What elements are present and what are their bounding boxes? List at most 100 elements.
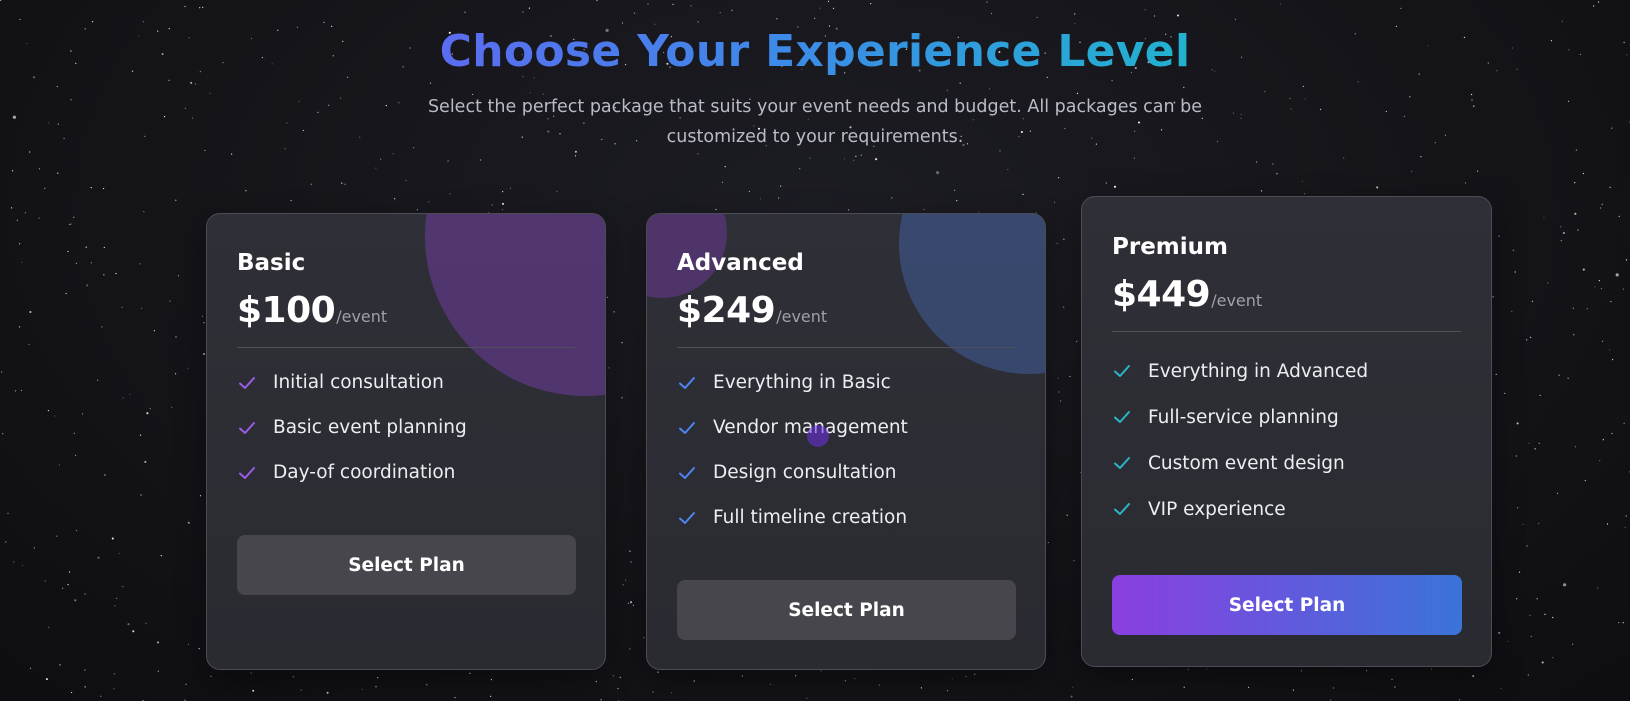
- star: [657, 671, 659, 673]
- star: [629, 601, 633, 604]
- feature-item: Initial consultation: [237, 360, 575, 405]
- star: [153, 330, 155, 332]
- star: [951, 678, 954, 680]
- star: [1538, 522, 1540, 525]
- star: [731, 9, 733, 11]
- star: [426, 684, 428, 686]
- star: [62, 587, 64, 589]
- star: [1492, 296, 1494, 298]
- star: [92, 21, 94, 23]
- cursor-indicator: [807, 425, 829, 447]
- check-icon: [239, 421, 255, 434]
- star: [175, 336, 177, 338]
- star: [1516, 422, 1519, 425]
- star: [1573, 334, 1575, 336]
- star: [1272, 163, 1274, 165]
- star: [5, 541, 7, 543]
- star: [741, 675, 744, 677]
- feature-item: Vendor management: [677, 405, 1015, 450]
- feature-text: Design consultation: [713, 462, 897, 483]
- price-period: /event: [776, 307, 828, 326]
- select-plan-button-basic[interactable]: Select Plan: [237, 535, 576, 595]
- price-period: /event: [1211, 291, 1263, 310]
- star: [870, 3, 872, 5]
- star: [1560, 240, 1562, 242]
- star: [1069, 375, 1071, 378]
- star: [38, 217, 40, 219]
- check-icon: [679, 376, 695, 389]
- star: [1058, 177, 1060, 179]
- star: [1515, 455, 1517, 457]
- star: [380, 158, 382, 160]
- check-icon: [679, 466, 695, 479]
- star: [1530, 336, 1532, 338]
- star: [169, 300, 171, 302]
- star: [70, 223, 72, 225]
- star: [608, 367, 610, 369]
- star: [633, 12, 636, 14]
- star: [392, 153, 394, 155]
- star: [1529, 614, 1531, 617]
- star: [1113, 185, 1117, 188]
- star: [33, 547, 35, 549]
- star: [878, 684, 881, 686]
- star: [344, 183, 346, 185]
- star: [632, 604, 635, 607]
- select-plan-button-advanced[interactable]: Select Plan: [677, 580, 1016, 640]
- star: [1623, 422, 1625, 424]
- star: [250, 672, 252, 674]
- star: [97, 379, 99, 381]
- star: [67, 584, 69, 586]
- star: [617, 688, 619, 690]
- star: [114, 605, 116, 607]
- select-plan-button-premium[interactable]: Select Plan: [1112, 575, 1462, 635]
- star: [574, 155, 577, 157]
- price-row: $449 /event: [1112, 273, 1461, 317]
- star: [145, 622, 147, 624]
- star: [68, 223, 71, 226]
- star: [1528, 442, 1530, 444]
- star: [203, 322, 205, 324]
- star: [1563, 583, 1567, 587]
- star: [1558, 374, 1560, 376]
- star: [13, 561, 15, 563]
- star: [629, 550, 631, 552]
- star: [1609, 186, 1611, 188]
- star: [1276, 173, 1278, 175]
- star: [20, 389, 23, 392]
- star: [1516, 598, 1518, 600]
- star: [1507, 640, 1509, 643]
- star: [936, 171, 940, 175]
- star: [59, 664, 61, 666]
- star: [1300, 670, 1302, 672]
- star: [509, 187, 512, 189]
- star: [1615, 273, 1619, 277]
- star: [1206, 668, 1208, 670]
- feature-item: Full timeline creation: [677, 495, 1015, 540]
- star: [556, 190, 558, 192]
- check-icon: [1114, 411, 1130, 423]
- divider: [677, 347, 1015, 348]
- star: [1530, 635, 1532, 638]
- star: [844, 680, 847, 682]
- star: [71, 691, 73, 694]
- star: [502, 191, 504, 193]
- star: [18, 326, 21, 328]
- star: [1060, 400, 1062, 402]
- star: [1531, 300, 1533, 302]
- star: [81, 413, 84, 415]
- check-icon: [239, 376, 255, 389]
- star: [202, 6, 204, 8]
- star: [1394, 686, 1396, 688]
- star: [595, 680, 597, 683]
- plan-price: $100: [237, 290, 336, 331]
- star: [84, 686, 86, 688]
- star: [140, 494, 142, 496]
- star: [121, 306, 123, 308]
- star: [1611, 432, 1613, 435]
- star: [416, 209, 418, 211]
- star: [480, 159, 482, 161]
- star: [652, 691, 654, 693]
- star: [361, 688, 363, 691]
- star: [1477, 170, 1479, 172]
